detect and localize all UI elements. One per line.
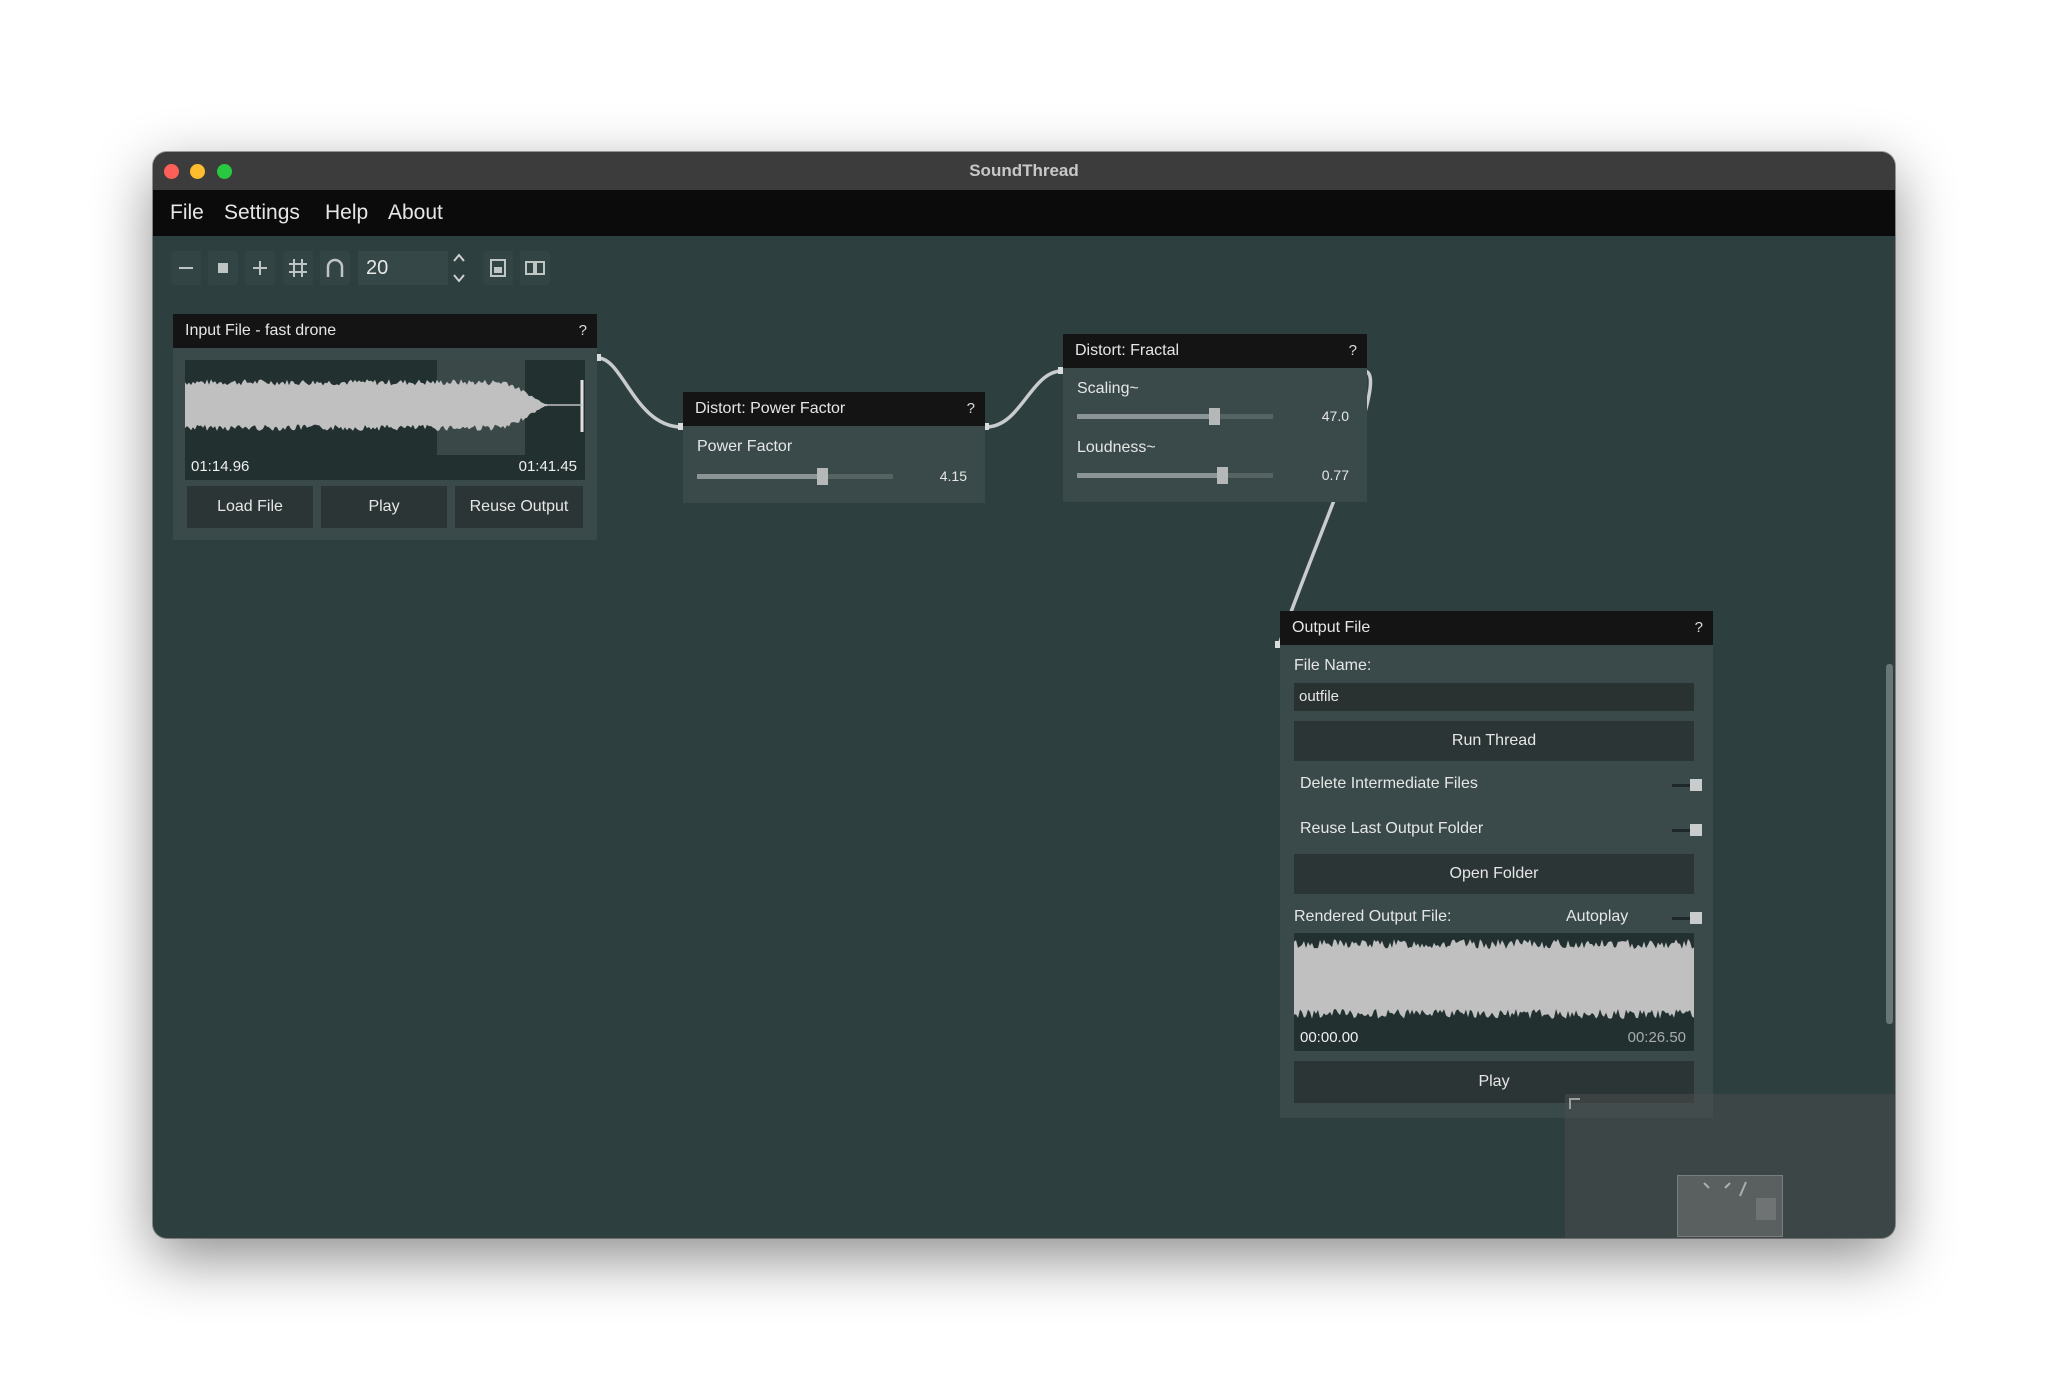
node-title: Distort: Power Factor bbox=[695, 400, 846, 417]
file-name-label: File Name: bbox=[1294, 657, 1372, 674]
slider-fill bbox=[1077, 414, 1215, 419]
minimap-lines-icon bbox=[1703, 1181, 1776, 1220]
grid-toggle-icon bbox=[289, 259, 307, 277]
slider-thumb[interactable] bbox=[817, 468, 829, 485]
connection-curve-button[interactable] bbox=[320, 251, 350, 285]
node-input-file[interactable]: Input File - fast drone ? 01:14.96 01:41… bbox=[173, 314, 597, 540]
menu-settings[interactable]: Settings bbox=[224, 190, 300, 236]
reuse-output-button[interactable]: Reuse Output bbox=[455, 486, 583, 528]
help-button[interactable]: ? bbox=[1349, 334, 1357, 368]
grid-toggle-button[interactable] bbox=[283, 251, 313, 285]
node-graph-canvas[interactable]: 20 Input File - fast drone ? 01:14.96 01… bbox=[153, 236, 1895, 1238]
node-output-file[interactable]: Output File ? File Name: outfile Run Thr… bbox=[1280, 611, 1713, 1118]
zoom-reset-icon bbox=[218, 263, 228, 273]
title-bar: SoundThread bbox=[153, 152, 1895, 191]
slider-thumb[interactable] bbox=[1209, 408, 1221, 425]
soundthread-window: SoundThread File Settings Help About 20 … bbox=[153, 152, 1895, 1238]
play-input-button[interactable]: Play bbox=[321, 486, 447, 528]
input-start-time: 01:14.96 bbox=[191, 458, 250, 475]
help-button[interactable]: ? bbox=[1695, 611, 1703, 645]
file-name-input[interactable]: outfile bbox=[1294, 683, 1694, 711]
window-title: SoundThread bbox=[969, 161, 1079, 180]
arrange-icon bbox=[525, 261, 545, 275]
delete-intermediate-toggle[interactable] bbox=[1672, 779, 1702, 791]
node-header[interactable]: Input File - fast drone ? bbox=[173, 314, 597, 348]
menu-about[interactable]: About bbox=[388, 190, 443, 236]
zoom-reset-button[interactable] bbox=[208, 251, 238, 285]
minimap-viewport[interactable] bbox=[1677, 1175, 1783, 1237]
scaling-slider[interactable] bbox=[1077, 408, 1273, 425]
zoom-in-button[interactable] bbox=[245, 251, 275, 285]
arrange-button[interactable] bbox=[520, 251, 550, 285]
power-factor-slider[interactable] bbox=[697, 468, 893, 485]
node-header[interactable]: Distort: Power Factor ? bbox=[683, 392, 985, 426]
zoom-out-button[interactable] bbox=[171, 251, 201, 285]
reuse-last-folder-toggle[interactable] bbox=[1672, 824, 1702, 836]
input-waveform[interactable]: 01:14.96 01:41.45 bbox=[185, 360, 585, 480]
slider-fill bbox=[697, 474, 823, 479]
resize-corner-icon bbox=[1569, 1098, 1580, 1109]
minimap-toggle-icon bbox=[490, 259, 506, 277]
autoplay-toggle[interactable] bbox=[1672, 912, 1702, 924]
loudness-value: 0.77 bbox=[1321, 467, 1349, 483]
menu-bar: File Settings Help About bbox=[153, 190, 1895, 236]
output-end-time: 00:26.50 bbox=[1627, 1029, 1686, 1046]
load-file-button[interactable]: Load File bbox=[187, 486, 313, 528]
zoom-out-icon bbox=[179, 267, 193, 269]
minimap-toggle-button[interactable] bbox=[483, 251, 513, 285]
rendered-output-label: Rendered Output File: bbox=[1294, 908, 1452, 925]
node-header[interactable]: Output File ? bbox=[1280, 611, 1713, 645]
open-folder-button[interactable]: Open Folder bbox=[1294, 854, 1694, 894]
autoplay-label: Autoplay bbox=[1566, 908, 1629, 925]
spinner-arrows-icon bbox=[453, 253, 465, 283]
loudness-slider[interactable] bbox=[1077, 467, 1273, 484]
delete-intermediate-label: Delete Intermediate Files bbox=[1300, 775, 1478, 792]
output-waveform[interactable]: 00:00.00 00:26.50 bbox=[1294, 933, 1694, 1051]
zoom-in-icon bbox=[253, 261, 267, 275]
vertical-scrollbar[interactable] bbox=[1886, 664, 1893, 1024]
power-factor-label: Power Factor bbox=[697, 438, 793, 455]
slider-thumb[interactable] bbox=[1217, 467, 1229, 484]
input-end-time: 01:41.45 bbox=[518, 458, 577, 475]
node-distort-power-factor[interactable]: Distort: Power Factor ? Power Factor 4.1… bbox=[683, 392, 985, 503]
node-title: Output File bbox=[1292, 619, 1371, 636]
power-factor-value: 4.15 bbox=[939, 468, 967, 484]
scaling-value: 47.0 bbox=[1321, 408, 1349, 424]
menu-file[interactable]: File bbox=[170, 190, 204, 236]
help-button[interactable]: ? bbox=[579, 314, 587, 348]
node-title: Input File - fast drone bbox=[185, 322, 337, 339]
help-button[interactable]: ? bbox=[967, 392, 975, 426]
scaling-label: Scaling~ bbox=[1077, 380, 1139, 397]
loudness-label: Loudness~ bbox=[1077, 439, 1156, 456]
reuse-last-folder-label: Reuse Last Output Folder bbox=[1300, 820, 1484, 837]
zoom-level-input[interactable]: 20 bbox=[358, 251, 448, 285]
connection-curve-icon bbox=[326, 258, 344, 277]
output-start-time: 00:00.00 bbox=[1300, 1029, 1359, 1046]
menu-help[interactable]: Help bbox=[325, 190, 368, 236]
run-thread-button[interactable]: Run Thread bbox=[1294, 721, 1694, 761]
node-header[interactable]: Distort: Fractal ? bbox=[1063, 334, 1367, 368]
slider-fill bbox=[1077, 473, 1223, 478]
connection-input-to-powerfactor bbox=[597, 356, 683, 429]
node-title: Distort: Fractal bbox=[1075, 342, 1180, 359]
node-distort-fractal[interactable]: Distort: Fractal ? Scaling~ 47.0 Loudnes… bbox=[1063, 334, 1367, 502]
zoom-spinner[interactable] bbox=[450, 249, 468, 287]
connection-powerfactor-to-fractal bbox=[985, 369, 1063, 429]
minimap[interactable] bbox=[1565, 1094, 1895, 1238]
